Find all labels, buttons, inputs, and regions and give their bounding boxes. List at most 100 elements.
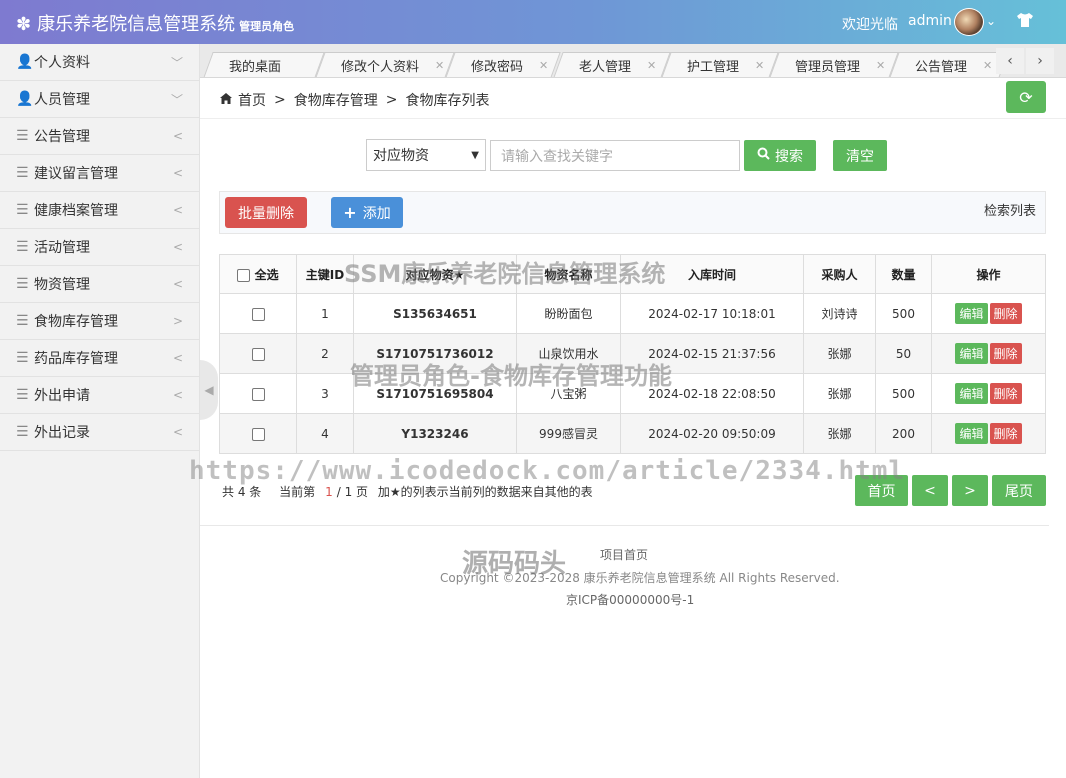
sidebar-item-outing-record[interactable]: ☰ 外出记录 < bbox=[0, 414, 199, 451]
batch-delete-button[interactable]: 批量删除 bbox=[225, 197, 307, 228]
row-checkbox[interactable] bbox=[251, 387, 265, 401]
cell-name: 盼盼面包 bbox=[516, 293, 621, 334]
search-button-label: 搜索 bbox=[775, 148, 803, 165]
delete-button[interactable]: 删除 bbox=[989, 383, 1022, 404]
close-icon[interactable]: ✕ bbox=[647, 59, 656, 72]
tab-caregiver-management[interactable]: 护工管理 ✕ bbox=[661, 52, 779, 77]
footer-home-link[interactable]: 项目首页 bbox=[600, 546, 648, 563]
list-icon: ☰ bbox=[16, 424, 29, 440]
list-icon: ☰ bbox=[16, 128, 29, 144]
tab-label: 公告管理 bbox=[915, 59, 968, 75]
first-page-button[interactable]: 首页 bbox=[855, 475, 908, 506]
sidebar-item-health[interactable]: ☰ 健康档案管理 < bbox=[0, 192, 199, 229]
select-all-checkbox[interactable] bbox=[237, 268, 251, 282]
tab-scroll-left-button[interactable]: ‹ bbox=[996, 48, 1024, 74]
tab-elder-management[interactable]: 老人管理 ✕ bbox=[553, 52, 671, 77]
sidebar-collapse-toggle[interactable]: ◀ bbox=[200, 360, 218, 420]
row-checkbox[interactable] bbox=[251, 307, 265, 321]
triangle-left-icon: ◀ bbox=[204, 383, 214, 397]
tab-change-password[interactable]: 修改密码 ✕ bbox=[445, 52, 561, 77]
list-icon: ☰ bbox=[16, 165, 29, 181]
footer-divider bbox=[200, 525, 1049, 526]
tab-bar: 我的桌面 修改个人资料 ✕ 修改密码 ✕ 老人管理 ✕ 护工管理 ✕ 管理员管理 ✕ 公告… bbox=[200, 44, 1066, 78]
sidebar-item-label: 健康档案管理 bbox=[34, 203, 118, 219]
cell-buyer: 张娜 bbox=[803, 333, 876, 374]
search-input[interactable]: 请输入查找关键字 bbox=[490, 140, 740, 171]
chevron-left-icon: < bbox=[172, 277, 183, 291]
close-icon[interactable]: ✕ bbox=[755, 59, 764, 72]
add-button[interactable]: + 添加 bbox=[331, 197, 403, 228]
tab-admin-management[interactable]: 管理员管理 ✕ bbox=[769, 52, 899, 77]
sidebar-item-label: 外出申请 bbox=[34, 388, 90, 404]
sidebar-item-outing-request[interactable]: ☰ 外出申请 < bbox=[0, 377, 199, 414]
cell-supply: S1710751736012 bbox=[353, 333, 517, 374]
cell-qty: 200 bbox=[875, 413, 932, 454]
cell-supply: S1710751695804 bbox=[353, 373, 517, 414]
cell-time: 2024-02-17 10:18:01 bbox=[620, 293, 804, 334]
delete-button[interactable]: 删除 bbox=[989, 343, 1022, 364]
close-icon[interactable]: ✕ bbox=[435, 59, 444, 72]
tab-label: 我的桌面 bbox=[229, 59, 282, 75]
row-checkbox[interactable] bbox=[251, 427, 265, 441]
footer-copyright: Copyright ©2023-2028 康乐养老院信息管理系统 All Rig… bbox=[440, 571, 840, 585]
tab-label: 护工管理 bbox=[687, 59, 740, 75]
tab-desktop[interactable]: 我的桌面 bbox=[203, 52, 325, 77]
tab-scroll-right-button[interactable]: › bbox=[1026, 48, 1054, 74]
sidebar-item-notice[interactable]: ☰ 公告管理 < bbox=[0, 118, 199, 155]
sidebar-item-profile[interactable]: 👤 个人资料 ﹀ bbox=[0, 44, 199, 81]
clear-button[interactable]: 清空 bbox=[833, 140, 887, 171]
edit-button[interactable]: 编辑 bbox=[955, 343, 988, 364]
cell-supply: S135634651 bbox=[353, 293, 517, 334]
star-note: 加★的列表示当前列的数据来自其他的表 bbox=[377, 485, 593, 499]
cell-id: 1 bbox=[296, 293, 354, 334]
sidebar-item-food-stock[interactable]: ☰ 食物库存管理 > bbox=[0, 303, 199, 340]
refresh-button[interactable]: ⟳ bbox=[1006, 81, 1046, 113]
cell-id: 4 bbox=[296, 413, 354, 454]
last-page-button[interactable]: 尾页 bbox=[992, 475, 1046, 506]
header-label: 全选 bbox=[254, 267, 279, 282]
header-id: 主键ID bbox=[296, 254, 354, 294]
sidebar-item-label: 人员管理 bbox=[34, 92, 90, 108]
row-checkbox[interactable] bbox=[251, 347, 265, 361]
sidebar-item-suggestion[interactable]: ☰ 建议留言管理 < bbox=[0, 155, 199, 192]
plus-icon: + bbox=[343, 203, 357, 222]
delete-button[interactable]: 删除 bbox=[989, 423, 1022, 444]
edit-button[interactable]: 编辑 bbox=[955, 423, 988, 444]
breadcrumb: 首页 > 食物库存管理 > 食物库存列表 bbox=[220, 90, 489, 110]
close-icon[interactable]: ✕ bbox=[876, 59, 885, 72]
watermark-url: https://www.icodedock.com/article/2334.h… bbox=[189, 456, 906, 486]
edit-button[interactable]: 编辑 bbox=[955, 303, 988, 324]
breadcrumb-home[interactable]: 首页 bbox=[238, 90, 266, 110]
cell-actions: 编辑 删除 bbox=[931, 293, 1046, 334]
close-icon[interactable]: ✕ bbox=[983, 59, 992, 72]
chevron-down-icon[interactable]: ⌄ bbox=[986, 14, 996, 28]
brand[interactable]: ✽ 康乐养老院信息管理系统 管理员角色 bbox=[16, 10, 294, 36]
chevron-down-icon: ﹀ bbox=[170, 92, 183, 107]
sidebar-item-staff[interactable]: 👤 人员管理 ﹀ bbox=[0, 81, 199, 118]
header-actions: 操作 bbox=[931, 254, 1046, 294]
chevron-down-icon: ﹀ bbox=[170, 55, 183, 70]
header-select-all[interactable]: 全选 bbox=[219, 254, 297, 294]
user-name[interactable]: admin bbox=[908, 13, 952, 29]
sidebar-item-drug-stock[interactable]: ☰ 药品库存管理 < bbox=[0, 340, 199, 377]
refresh-icon: ⟳ bbox=[1019, 87, 1033, 107]
avatar[interactable] bbox=[954, 8, 984, 36]
cell-time: 2024-02-20 09:50:09 bbox=[620, 413, 804, 454]
sidebar-item-supplies[interactable]: ☰ 物资管理 < bbox=[0, 266, 199, 303]
prev-page-button[interactable]: < bbox=[912, 475, 948, 506]
search-field-select[interactable]: 对应物资 ▼ bbox=[366, 139, 486, 171]
next-page-button[interactable]: > bbox=[952, 475, 988, 506]
search-button[interactable]: 搜索 bbox=[744, 140, 816, 171]
sidebar-item-label: 食物库存管理 bbox=[34, 314, 118, 330]
tab-notice-management[interactable]: 公告管理 ✕ bbox=[889, 52, 1009, 77]
search-field-value: 对应物资 bbox=[373, 148, 429, 164]
delete-button[interactable]: 删除 bbox=[989, 303, 1022, 324]
tab-edit-profile[interactable]: 修改个人资料 ✕ bbox=[315, 52, 455, 77]
edit-button[interactable]: 编辑 bbox=[955, 383, 988, 404]
sidebar-item-activity[interactable]: ☰ 活动管理 < bbox=[0, 229, 199, 266]
breadcrumb-section[interactable]: 食物库存管理 bbox=[294, 90, 378, 110]
shirt-icon[interactable] bbox=[1016, 12, 1034, 32]
tab-label: 管理员管理 bbox=[795, 59, 861, 75]
role-label: 管理员角色 bbox=[239, 20, 295, 33]
close-icon[interactable]: ✕ bbox=[539, 59, 548, 72]
